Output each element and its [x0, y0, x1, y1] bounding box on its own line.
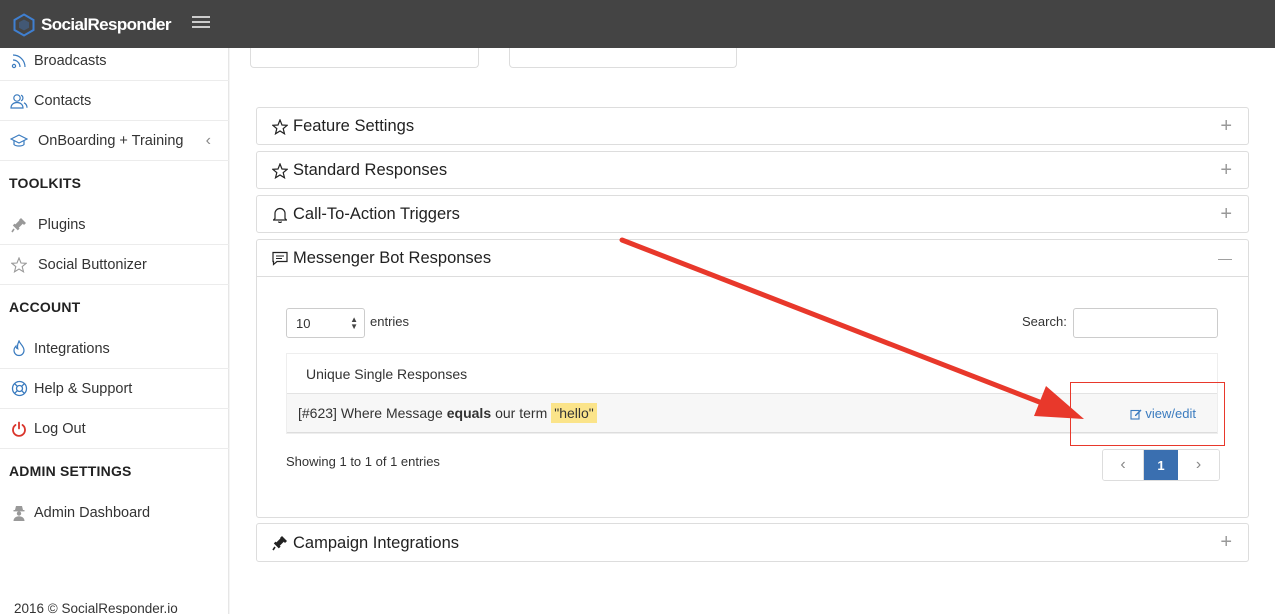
bell-icon: [271, 206, 289, 224]
sidebar-item-social-buttonizer[interactable]: Social Buttonizer: [0, 245, 229, 285]
search-input[interactable]: [1073, 308, 1218, 338]
panel-title: Messenger Bot Responses: [293, 248, 492, 267]
annotation-highlight-box: [1070, 382, 1225, 446]
pagination-prev-button[interactable]: ‹: [1103, 450, 1144, 480]
rss-icon: [10, 52, 28, 70]
sidebar-item-admin-dashboard[interactable]: Admin Dashboard: [0, 493, 229, 533]
row-term-highlight: "hello": [551, 403, 597, 423]
expand-plus-icon[interactable]: +: [1220, 160, 1232, 180]
section-heading-account: ACCOUNT: [9, 299, 81, 315]
power-icon: [10, 420, 28, 438]
plug-icon: [10, 216, 28, 234]
entries-per-page-select[interactable]: 10 ▲ ▼: [286, 308, 365, 338]
sidebar-item-label: Help & Support: [34, 380, 133, 397]
panel-title: Feature Settings: [293, 117, 415, 135]
sidebar-item-onboarding[interactable]: OnBoarding + Training ‹: [0, 121, 229, 161]
sidebar-item-plugins[interactable]: Plugins: [0, 205, 229, 245]
showing-entries-info: Showing 1 to 1 of 1 entries: [286, 454, 440, 469]
collapse-minus-icon[interactable]: —: [1218, 248, 1232, 268]
panel-call-to-action-triggers: Call-To-Action Triggers +: [256, 195, 1249, 233]
sidebar-item-help-support[interactable]: Help & Support: [0, 369, 229, 409]
sidebar-item-label: Integrations: [34, 340, 110, 357]
plug-icon: [271, 534, 289, 552]
graduation-cap-icon: [10, 132, 28, 150]
fire-icon: [10, 340, 28, 358]
section-heading-toolkits: TOOLKITS: [9, 175, 82, 191]
select-arrows-icon: ▲ ▼: [350, 315, 358, 331]
sidebar-item-label: Contacts: [34, 92, 92, 109]
section-heading-admin: ADMIN SETTINGS: [9, 463, 132, 479]
user-secret-icon: [10, 504, 28, 522]
footer-copyright: 2016 © SocialResponder.io: [14, 601, 178, 614]
sidebar-item-label: Admin Dashboard: [34, 505, 151, 521]
panel-standard-responses: Standard Responses +: [256, 151, 1249, 189]
sidebar-item-integrations[interactable]: Integrations: [0, 329, 229, 369]
sidebar-item-broadcasts[interactable]: Broadcasts: [0, 41, 229, 81]
sidebar-item-log-out[interactable]: Log Out: [0, 409, 229, 449]
stat-card: [250, 48, 479, 68]
panel-header[interactable]: Call-To-Action Triggers +: [257, 196, 1248, 233]
sidebar-item-label: Plugins: [38, 216, 86, 233]
panel-header[interactable]: Messenger Bot Responses —: [257, 240, 1248, 277]
panel-header[interactable]: Standard Responses +: [257, 152, 1248, 189]
sidebar-item-label: Broadcasts: [34, 52, 107, 69]
panel-campaign-integrations: Campaign Integrations +: [256, 523, 1249, 562]
panel-header[interactable]: Campaign Integrations +: [257, 524, 1248, 562]
brand-name: SocialResponder: [41, 15, 171, 34]
row-prefix-text: [#623] Where Message: [298, 405, 443, 421]
menu-toggle-icon[interactable]: [192, 16, 210, 30]
row-operator-text: equals: [446, 405, 492, 421]
chevron-left-icon: ‹: [205, 131, 211, 149]
pagination: ‹ 1 ›: [1102, 449, 1220, 481]
panel-feature-settings: Feature Settings +: [256, 107, 1249, 145]
users-icon: [10, 92, 28, 110]
column-header: Unique Single Responses: [306, 365, 468, 382]
pagination-next-button[interactable]: ›: [1178, 450, 1219, 480]
row-middle-text: our term: [495, 405, 548, 421]
sidebar-item-label: Log Out: [34, 420, 86, 437]
sidebar-item-label: Social Buttonizer: [38, 256, 147, 273]
star-icon: [271, 162, 289, 180]
expand-plus-icon[interactable]: +: [1220, 532, 1232, 552]
entries-selected-value: 10: [296, 315, 311, 331]
comment-icon: [271, 249, 289, 267]
panel-title: Call-To-Action Triggers: [293, 205, 460, 223]
brand-logo[interactable]: SocialResponder: [12, 12, 171, 38]
hexagon-logo-icon: [13, 13, 35, 37]
sidebar-item-contacts[interactable]: Contacts: [0, 81, 229, 121]
life-ring-icon: [10, 380, 28, 398]
expand-plus-icon[interactable]: +: [1220, 116, 1232, 136]
star-icon: [271, 118, 289, 136]
sidebar-item-label: OnBoarding + Training: [38, 132, 184, 149]
expand-plus-icon[interactable]: +: [1220, 204, 1232, 224]
panel-header[interactable]: Feature Settings +: [257, 108, 1248, 145]
star-icon: [10, 256, 28, 274]
pagination-page-1[interactable]: 1: [1144, 450, 1178, 480]
entries-label: entries: [370, 314, 410, 329]
panel-title: Standard Responses: [293, 161, 448, 179]
panel-title: Campaign Integrations: [293, 533, 460, 552]
search-label: Search:: [1022, 314, 1067, 329]
stat-card: [509, 48, 737, 68]
